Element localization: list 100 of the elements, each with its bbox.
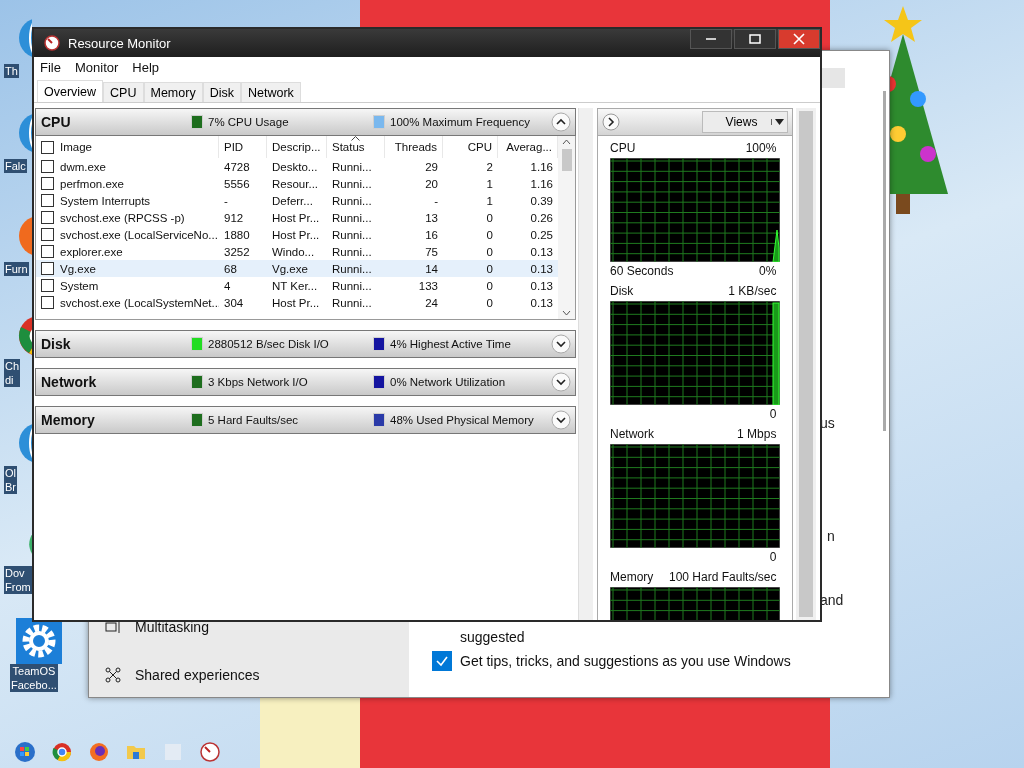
checkmark-icon (435, 654, 449, 668)
indicator-text: 100% Maximum Frequency (390, 116, 530, 128)
tab[interactable]: Memory (143, 82, 203, 102)
indicator-text: 5 Hard Faults/sec (208, 414, 299, 426)
desktop-icon-label[interactable]: Falc (4, 159, 27, 173)
table-cell-text: 68 (223, 262, 238, 275)
checkbox[interactable] (41, 160, 54, 173)
graph-title: Disk (610, 284, 634, 299)
table-cell: svchost.exe (RPCSS -p) (60, 211, 185, 224)
checkbox[interactable] (41, 296, 54, 309)
menu-item[interactable]: Help (132, 60, 160, 76)
scrollbar[interactable] (578, 108, 593, 620)
expand-chevron-icon[interactable] (551, 372, 572, 392)
indicator-text: 0% Network Utilization (390, 376, 506, 388)
scrollbar[interactable] (796, 108, 816, 620)
section-header[interactable]: Memory 5 Hard Faults/sec 48% Used Physical Memory (35, 406, 577, 434)
checkbox[interactable] (41, 177, 54, 190)
table-cell-text: 0 (485, 262, 494, 275)
start-orb-icon[interactable] (14, 741, 36, 763)
scroll-thumb[interactable] (561, 149, 572, 171)
column-header[interactable]: CPU (443, 136, 498, 158)
column-header[interactable]: PID (219, 136, 267, 158)
gear-icon[interactable] (16, 618, 62, 664)
table-cell-text: 1 (485, 194, 494, 207)
table-row[interactable]: explorer.exe 3252 Windo... Runni... 75 0 0.13 (36, 243, 559, 260)
section-header[interactable]: CPU 7% CPU Usage 100% Maximum Frequency (35, 108, 577, 136)
desktop-icon-label[interactable]: Dov From (4, 566, 32, 594)
maximize-button[interactable] (734, 29, 776, 49)
table-cell: System Interrupts (60, 194, 151, 207)
table-cell-text: 13 (424, 211, 439, 224)
views-button[interactable]: Views (702, 111, 789, 133)
indicator-text: 3 Kbps Network I/O (208, 376, 308, 388)
table-cell-text: 1880 (223, 228, 251, 241)
checkbox[interactable] (41, 262, 54, 275)
desktop-icon-label[interactable]: Ch di (4, 359, 21, 387)
firefox-icon[interactable] (88, 741, 110, 763)
section-header[interactable]: Network 3 Kbps Network I/O 0% Network Utilization (35, 368, 577, 396)
close-icon (793, 33, 805, 45)
checkbox[interactable] (41, 211, 54, 224)
column-header[interactable]: Status (327, 136, 385, 158)
table-row[interactable]: svchost.exe (LocalServiceNo... 1880 Host Pr... Runni... 16 0 0.25 (36, 226, 559, 243)
paragraph-text: suggested (460, 629, 525, 645)
table-row[interactable]: dwm.exe 4728 Deskto... Runni... 29 2 1.16 (36, 158, 559, 175)
gauge-icon (44, 35, 60, 51)
table-cell-text: 1.16 (529, 160, 554, 173)
gauge-icon[interactable] (199, 741, 221, 763)
scrollbar[interactable] (558, 136, 576, 319)
settings-nav-item[interactable]: Multitasking (135, 619, 209, 635)
collapse-chevron-icon[interactable] (551, 112, 572, 132)
maximize-icon (749, 33, 761, 45)
table-row[interactable]: Vg.exe 68 Vg.exe Runni... 14 0 0.13 (36, 260, 559, 277)
graph-scale-label: 100 Hard Faults/sec (669, 570, 777, 585)
desktop-icon-label[interactable]: Ol Br (4, 466, 17, 494)
menu-item[interactable]: File (40, 60, 61, 76)
table-cell-text: Runni... (331, 245, 373, 258)
minimize-icon (706, 38, 716, 40)
tab[interactable]: Network (240, 82, 301, 102)
table-cell-text: 4728 (223, 160, 251, 173)
minimize-button[interactable] (690, 29, 732, 49)
tab[interactable]: Overview (37, 80, 104, 102)
expand-chevron-icon[interactable] (551, 334, 572, 354)
table-row[interactable]: perfmon.exe 5556 Resour... Runni... 20 1 1.16 (36, 175, 559, 192)
dropdown-arrow-icon (775, 119, 785, 125)
column-header[interactable]: Image (36, 136, 219, 158)
indicator-text: 2880512 B/sec Disk I/O (208, 338, 329, 350)
menu-item[interactable]: Monitor (74, 60, 119, 76)
table-cell-text: 29 (424, 160, 439, 173)
table-cell-text: 75 (424, 245, 439, 258)
checkbox[interactable] (432, 651, 452, 671)
table-row[interactable]: svchost.exe (RPCSS -p) 912 Host Pr... Runni... 13 0 0.26 (36, 209, 559, 226)
table-cell-text: 16 (424, 228, 439, 241)
table-cell-text: Host Pr... (271, 228, 321, 241)
graph-title: Network (610, 427, 654, 442)
table-row[interactable]: System 4 NT Ker... Runni... 133 0 0.13 (36, 277, 559, 294)
scrollbar[interactable] (883, 91, 886, 431)
checkbox[interactable] (41, 279, 54, 292)
table-row[interactable]: System Interrupts - Deferr... Runni... - 1 0.39 (36, 192, 559, 209)
tab[interactable]: Disk (202, 82, 241, 102)
expand-chevron-icon[interactable] (551, 410, 572, 430)
table-cell-text: 0.13 (529, 245, 554, 258)
table-cell-text: 3252 (223, 245, 251, 258)
table-cell: svchost.exe (LocalServiceNo... (60, 228, 218, 241)
desktop-icon-label[interactable]: Th (4, 64, 19, 78)
column-header[interactable]: Descrip... (267, 136, 327, 158)
checkbox[interactable] (41, 140, 54, 154)
settings-nav-item[interactable]: Shared experiences (135, 667, 260, 683)
section-title: Network (41, 374, 98, 390)
graph-scale-label: 0 (769, 550, 777, 565)
desktop-icon-label[interactable]: TeamOS Facebo... (10, 664, 58, 692)
chrome-icon[interactable] (51, 741, 73, 763)
checkbox[interactable] (41, 228, 54, 241)
desktop-icon-label[interactable]: Furn (4, 262, 29, 276)
close-button[interactable] (778, 29, 820, 49)
checkbox[interactable] (41, 245, 54, 258)
section-header[interactable]: Disk 2880512 B/sec Disk I/O 4% Highest Active Time (35, 330, 577, 358)
tab[interactable]: CPU (103, 82, 144, 102)
window-title: Resource Monitor (68, 35, 172, 51)
section-title: Disk (41, 336, 72, 352)
checkbox[interactable] (41, 194, 54, 207)
column-header[interactable]: Threads (385, 136, 443, 158)
